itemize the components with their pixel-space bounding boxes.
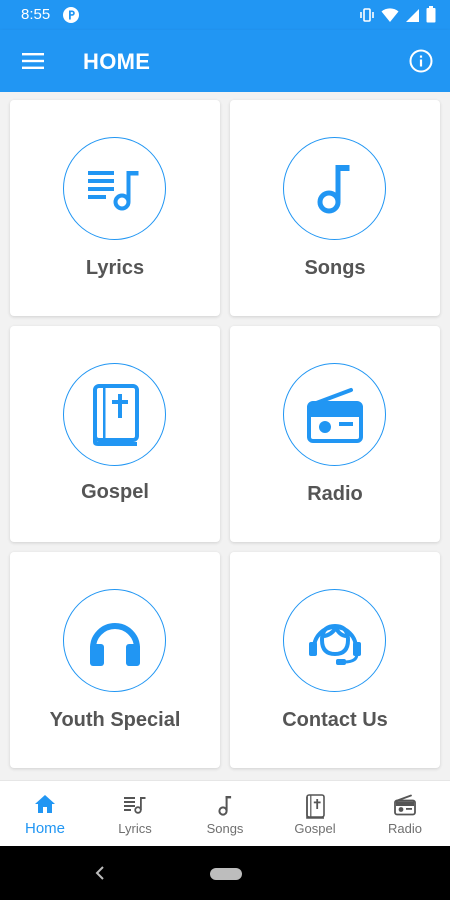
system-navigation-bar <box>0 846 450 900</box>
nav-label: Gospel <box>294 821 336 836</box>
bible-icon <box>306 794 325 819</box>
info-icon[interactable] <box>408 48 434 74</box>
radio-card[interactable]: Radio <box>230 326 440 542</box>
contact-us-card[interactable]: Contact Us <box>230 552 440 768</box>
gospel-card[interactable]: Gospel <box>10 326 220 542</box>
wifi-icon <box>381 7 399 22</box>
contact-us-icon-circle <box>283 589 386 692</box>
music-note-icon <box>218 796 232 816</box>
card-label: Contact Us <box>282 709 388 731</box>
songs-icon-circle <box>283 137 386 240</box>
page-title: HOME <box>83 49 151 74</box>
home-gesture-pill[interactable] <box>210 868 242 880</box>
nav-item-gospel[interactable]: Gospel <box>270 781 360 847</box>
songs-card[interactable]: Songs <box>230 100 440 316</box>
card-label: Gospel <box>81 481 149 503</box>
music-note-icon <box>317 164 349 213</box>
status-icons <box>359 6 436 23</box>
menu-icon[interactable] <box>20 48 46 74</box>
nav-label: Songs <box>206 821 244 836</box>
lyrics-card[interactable]: Lyrics <box>10 100 220 316</box>
radio-icon <box>306 387 363 443</box>
signal-icon <box>406 8 419 22</box>
nav-label: Radio <box>388 821 422 836</box>
card-label: Youth Special <box>49 709 181 731</box>
back-icon[interactable] <box>93 864 107 882</box>
nav-item-radio[interactable]: Radio <box>360 781 450 847</box>
nav-item-songs[interactable]: Songs <box>180 781 270 847</box>
radio-icon <box>394 794 416 816</box>
headphones-icon <box>89 622 140 666</box>
status-time: 8:55 <box>21 6 51 23</box>
home-grid: Lyrics Songs Gospel Radio Youth Special … <box>0 92 450 780</box>
vibrate-icon <box>360 7 374 22</box>
card-label: Songs <box>304 257 366 279</box>
battery-icon <box>426 6 436 23</box>
gospel-icon-circle <box>63 363 166 466</box>
lyrics-icon <box>124 797 146 814</box>
app-notification-icon <box>63 7 79 23</box>
lyrics-icon <box>87 170 138 210</box>
bible-icon <box>92 383 139 446</box>
nav-label: Lyrics <box>118 821 152 836</box>
support-agent-icon <box>308 623 361 665</box>
card-label: Lyrics <box>85 257 145 279</box>
card-label: Radio <box>307 483 363 505</box>
lyrics-icon-circle <box>63 137 166 240</box>
nav-label: Home <box>24 820 65 837</box>
youth-special-card[interactable]: Youth Special <box>10 552 220 768</box>
nav-item-home[interactable]: Home <box>0 781 90 847</box>
bottom-navigation: Home Lyrics Songs Gospel Radio <box>0 780 450 847</box>
nav-item-lyrics[interactable]: Lyrics <box>90 781 180 847</box>
status-bar: 8:55 <box>0 0 450 30</box>
home-icon <box>35 795 55 813</box>
youth-special-icon-circle <box>63 589 166 692</box>
app-bar: HOME <box>0 30 450 92</box>
radio-icon-circle <box>283 363 386 466</box>
